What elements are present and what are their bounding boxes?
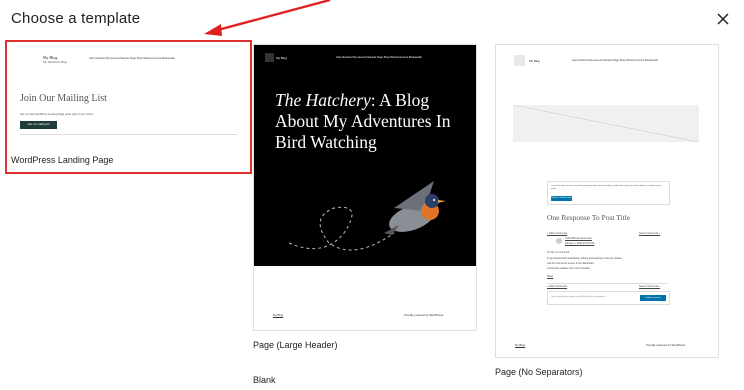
preview-nav: Cart Checkout My account Sample Page Sho… (572, 59, 658, 62)
template-label: WordPress Landing Page (11, 155, 114, 165)
preview-footer-site: My Blog (515, 343, 526, 347)
preview-button: Join our mailing list (20, 121, 57, 129)
preview-headline: The Hatchery: A Blog About My Adventures… (275, 90, 451, 152)
preview-comment-line: Hi, this is a comment. (547, 251, 570, 254)
preview-nav: Cart Checkout My account Sample Page Sho… (89, 57, 175, 60)
preview-comments-next: Newer Comments » (639, 232, 661, 235)
preview-divider (20, 134, 237, 135)
preview-comment-date: January 1, 2022 at 8:00 AM (565, 242, 595, 245)
preview-notice-text: I recently came across something amazing… (551, 185, 663, 190)
template-label: Page (No Separators) (495, 367, 583, 377)
preview-site-title: My Blog (276, 56, 287, 60)
preview-comments-prev: « Older Comments (547, 285, 568, 288)
preview-comment-line: To get started with moderating, editing,… (547, 257, 622, 260)
preview-site-tagline: My WordPress Blog (43, 60, 67, 64)
preview-comments-next: Newer Comments » (639, 285, 661, 288)
preview-paragraph: Get our free WordPress Landing Page guid… (20, 113, 94, 116)
preview-footer-credit: Proudly powered by WordPress (646, 343, 686, 347)
preview-logo (514, 55, 525, 66)
template-preview-large-header[interactable]: My Blog Cart Checkout My account Sample … (253, 44, 477, 331)
preview-avatar (556, 238, 562, 244)
page-title: Choose a template (11, 10, 141, 27)
preview-comment-line: visit the Comments screen in the dashboa… (547, 262, 595, 265)
template-preview-no-separators[interactable]: My Blog Cart Checkout My account Sample … (495, 44, 719, 358)
preview-featured-image (513, 105, 699, 142)
preview-footer-site: My Blog (273, 313, 284, 317)
preview-nav: Cart Checkout My account Sample Page Sho… (336, 56, 422, 59)
preview-comment-line: Commenter avatars come from Gravatar. (547, 267, 591, 270)
preview-comment-form: Your comment has been saved. Be the firs… (547, 291, 670, 305)
preview-divider (547, 283, 668, 284)
template-label: Blank (253, 375, 276, 385)
preview-heading: Join Our Mailing List (20, 93, 107, 104)
preview-footer-credit: Proudly powered by WordPress (404, 313, 444, 317)
preview-form-placeholder: Your comment has been saved. Be the firs… (551, 296, 606, 298)
template-label: Page (Large Header) (253, 340, 338, 350)
template-preview-landing[interactable]: My Blog My WordPress Blog Cart Checkout … (5, 40, 252, 174)
close-icon[interactable] (716, 12, 730, 26)
preview-commenter: A WordPress Commenter (565, 237, 593, 240)
preview-comments-prev: « Older Comments (547, 232, 568, 235)
preview-reply: Reply (547, 275, 554, 278)
preview-notice-box: I recently came across something amazing… (547, 181, 670, 205)
preview-form-button: Submit comment (640, 295, 666, 301)
bird-illustration (288, 181, 446, 251)
preview-logo (265, 53, 274, 62)
preview-responses-title: One Response To Post Title (547, 213, 631, 222)
preview-site-title: My Blog (529, 59, 540, 63)
preview-notice-button: Button to include name (551, 196, 572, 201)
